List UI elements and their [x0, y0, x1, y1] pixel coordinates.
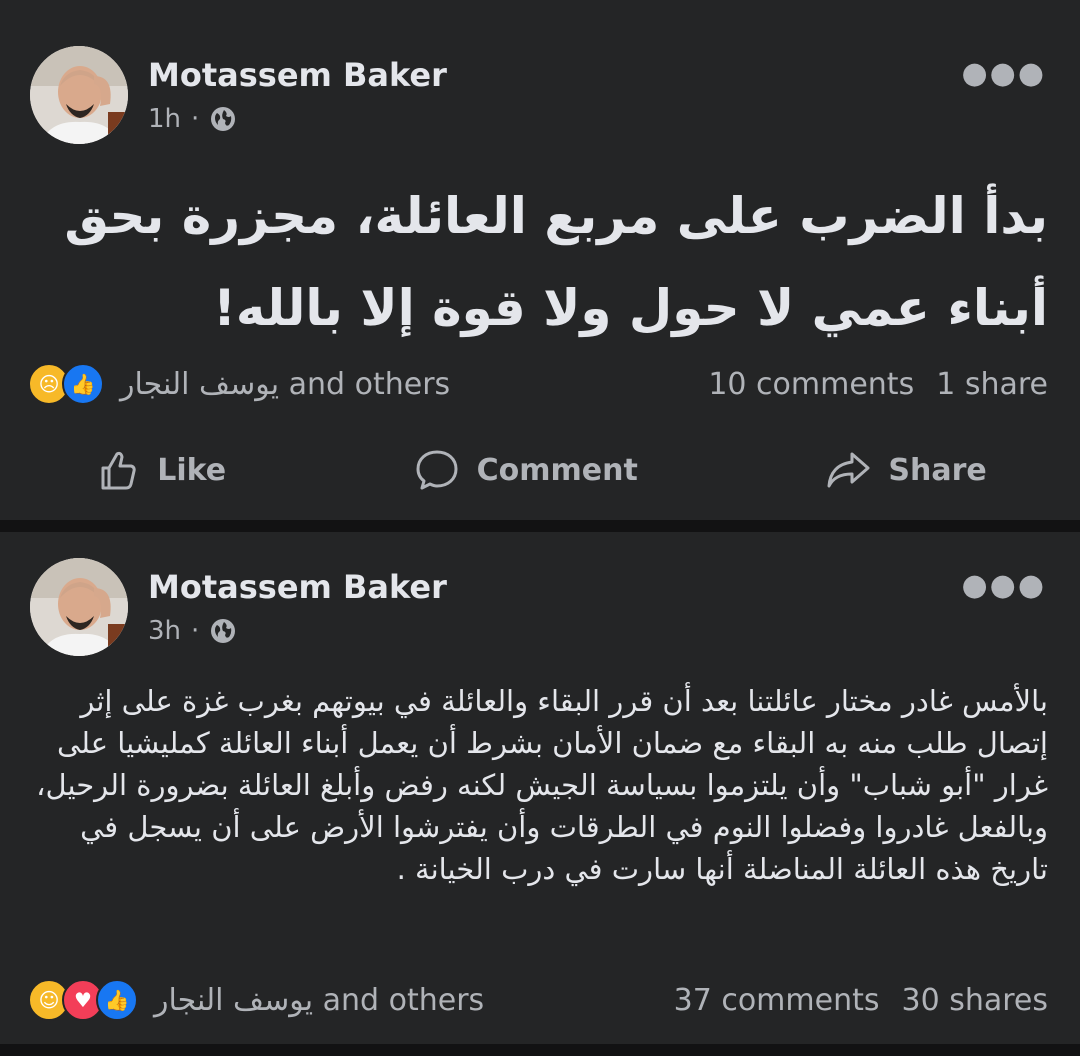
more-options-icon[interactable]: ●●●	[961, 568, 1046, 603]
comment-icon	[416, 450, 458, 490]
share-button[interactable]: Share	[824, 446, 987, 494]
shares-count[interactable]: 1 share	[936, 367, 1048, 402]
engagement-counts: 37 comments 30 shares	[674, 983, 1048, 1018]
reactions-left[interactable]: ☺ ♥ 👍 يوسف النجار and others	[28, 979, 484, 1021]
more-options-icon[interactable]: ●●●	[961, 56, 1046, 91]
share-icon	[827, 452, 870, 488]
author-name[interactable]: Motassem Baker	[148, 56, 447, 94]
comments-count[interactable]: 10 comments	[708, 367, 914, 402]
reactors-text[interactable]: يوسف النجار and others	[154, 983, 484, 1018]
comment-label: Comment	[476, 452, 638, 488]
reactors-text[interactable]: يوسف النجار and others	[120, 367, 450, 402]
separator-dot: ·	[191, 104, 200, 134]
like-button[interactable]: Like	[93, 446, 226, 494]
like-icon	[101, 451, 136, 490]
globe-icon	[209, 617, 237, 645]
like-label: Like	[157, 452, 227, 488]
post-meta: 1h ·	[148, 104, 237, 134]
comments-count[interactable]: 37 comments	[674, 983, 880, 1018]
reactions-summary[interactable]: ☺ ♥ 👍 يوسف النجار and others 37 comments…	[28, 978, 1048, 1022]
comment-button[interactable]: Comment	[413, 446, 638, 494]
post-meta: 3h ·	[148, 616, 237, 646]
shares-count[interactable]: 30 shares	[902, 983, 1049, 1018]
reactions-summary[interactable]: ☹ 👍 يوسف النجار and others 10 comments 1…	[28, 362, 1048, 406]
author-name[interactable]: Motassem Baker	[148, 568, 447, 606]
post-card: Motassem Baker 1h · ●●● بدأ الضرب على مر…	[0, 0, 1080, 520]
separator-dot: ·	[191, 616, 200, 646]
reactions-left[interactable]: ☹ 👍 يوسف النجار and others	[28, 363, 450, 405]
like-reaction-icon: 👍	[62, 363, 104, 405]
reaction-icons[interactable]: ☺ ♥ 👍	[28, 979, 138, 1021]
engagement-counts: 10 comments 1 share	[708, 367, 1048, 402]
globe-icon	[209, 105, 237, 133]
author-avatar[interactable]	[30, 46, 128, 144]
reaction-icons[interactable]: ☹ 👍	[28, 363, 104, 405]
post-text: بدأ الضرب على مربع العائلة، مجزرة بحق أب…	[64, 187, 1048, 337]
author-avatar[interactable]	[30, 558, 128, 656]
post-time[interactable]: 3h	[148, 616, 181, 646]
share-label: Share	[888, 452, 987, 488]
post-time[interactable]: 1h	[148, 104, 181, 134]
post-text: بالأمس غادر مختار عائلتنا بعد أن قرر الب…	[36, 684, 1048, 886]
post-card: Motassem Baker 3h · ●●● بالأمس غادر مختا…	[0, 532, 1080, 1044]
post-actions: Like Comment Share	[0, 438, 1080, 502]
like-reaction-icon: 👍	[96, 979, 138, 1021]
